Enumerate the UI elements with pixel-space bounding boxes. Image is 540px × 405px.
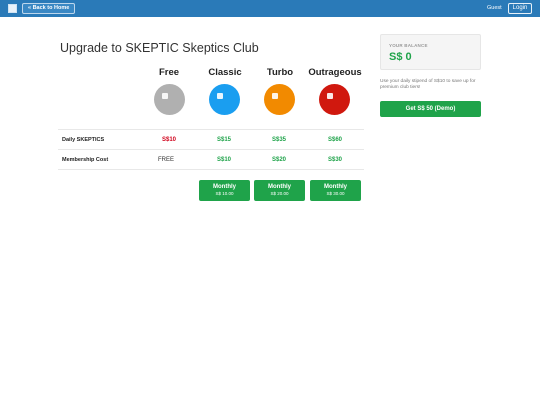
balance-value: S$ 0 xyxy=(389,51,412,63)
back-to-home-button[interactable]: « Back to Home xyxy=(22,3,76,14)
monthly-outrageous-button[interactable]: Monthly S$ 30.00 xyxy=(310,180,361,201)
logo-icon[interactable] xyxy=(8,4,17,13)
plan-name-outrageous: Outrageous xyxy=(308,67,362,78)
monthly-price: S$ 10.00 xyxy=(215,191,234,196)
login-button[interactable]: Login xyxy=(508,3,532,14)
daily-value-outrageous: S$60 xyxy=(327,137,342,143)
daily-value-turbo: S$35 xyxy=(271,137,286,143)
membership-value-outrageous: S$30 xyxy=(327,157,342,163)
membership-value-turbo: S$20 xyxy=(271,157,286,163)
daily-value-classic: S$15 xyxy=(216,137,231,143)
monthly-classic-button[interactable]: Monthly S$ 10.00 xyxy=(199,180,250,201)
guest-label: Guest xyxy=(487,5,502,11)
membership-cost-label: Membership Cost xyxy=(62,157,109,163)
membership-value-classic: S$10 xyxy=(216,157,231,163)
page-title: Upgrade to SKEPTIC Skeptics Club xyxy=(60,41,259,55)
monthly-label: Monthly xyxy=(213,184,236,190)
get-demo-credits-button[interactable]: Get S$ 50 (Demo) xyxy=(380,101,481,117)
daily-skeptics-label: Daily SKEPTICS xyxy=(62,137,105,143)
plan-icon-outrageous xyxy=(319,84,350,115)
top-navigation-bar: « Back to Home Guest Login xyxy=(0,0,540,17)
monthly-label: Monthly xyxy=(324,184,347,190)
broken-image-icon xyxy=(217,93,223,99)
monthly-label: Monthly xyxy=(268,184,291,190)
monthly-price: S$ 30.00 xyxy=(326,191,345,196)
table-divider xyxy=(58,169,364,170)
balance-label: YOUR BALANCE xyxy=(389,43,428,48)
table-divider xyxy=(58,149,364,150)
stipend-text: Use your daily stipend of S$10 to save u… xyxy=(380,79,476,90)
plan-name-classic: Classic xyxy=(208,67,242,78)
plan-name-turbo: Turbo xyxy=(266,67,294,78)
daily-value-free: S$10 xyxy=(161,137,176,143)
plan-icon-turbo xyxy=(264,84,295,115)
plan-icon-classic xyxy=(209,84,240,115)
table-divider xyxy=(58,129,364,130)
plan-icon-free xyxy=(154,84,185,115)
broken-image-icon xyxy=(272,93,278,99)
broken-image-icon xyxy=(162,93,168,99)
plan-name-free: Free xyxy=(158,67,180,78)
balance-card: YOUR BALANCE S$ 0 xyxy=(380,34,481,70)
membership-value-free: FREE xyxy=(157,157,174,163)
monthly-turbo-button[interactable]: Monthly S$ 20.00 xyxy=(254,180,305,201)
monthly-price: S$ 20.00 xyxy=(270,191,289,196)
broken-image-icon xyxy=(327,93,333,99)
